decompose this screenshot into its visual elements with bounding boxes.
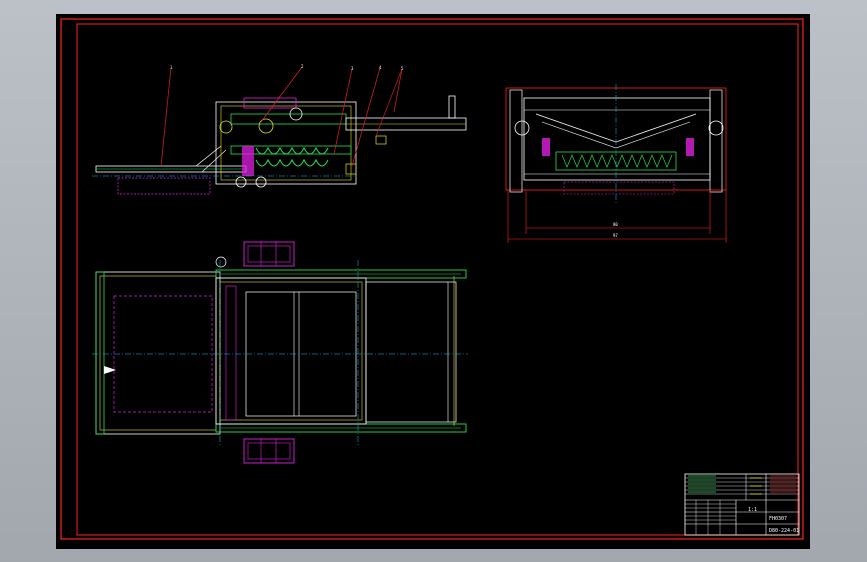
balloon-5: 5 bbox=[401, 66, 404, 71]
balloon-3: 3 bbox=[351, 66, 354, 71]
cad-drawing: 1 2 3 4 5 80 97 bbox=[60, 18, 804, 540]
plan-view bbox=[92, 241, 468, 464]
dimension-overall-width: 97 bbox=[613, 233, 618, 238]
dimension-inner-width: 80 bbox=[613, 222, 618, 227]
drawing-number: D80-224-01 bbox=[769, 528, 800, 534]
balloon-4: 4 bbox=[379, 65, 382, 70]
scale-label: 1:1 bbox=[748, 507, 758, 513]
outer-border bbox=[60, 18, 804, 540]
drawing-sheet: 1 2 3 4 5 80 97 1:1 FH0307 D80-224-01 bbox=[56, 14, 810, 549]
inner-border bbox=[76, 23, 799, 536]
balloon-1: 1 bbox=[170, 65, 173, 70]
drawing-title: FH0307 bbox=[769, 516, 788, 522]
cad-viewport[interactable]: 1 2 3 4 5 80 97 1:1 FH0307 D80-224-01 bbox=[0, 0, 867, 562]
end-view bbox=[505, 84, 727, 243]
balloon-2: 2 bbox=[301, 64, 304, 69]
side-elevation-view bbox=[92, 66, 467, 195]
title-block bbox=[684, 473, 800, 536]
